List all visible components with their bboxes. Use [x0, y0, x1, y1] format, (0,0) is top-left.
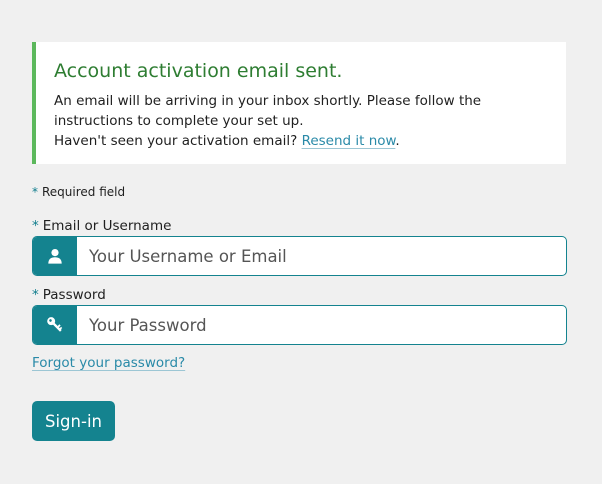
- password-label: * Password: [32, 287, 106, 303]
- resend-activation-link[interactable]: Resend it now: [302, 133, 396, 149]
- notice-message: An email will be arriving in your inbox …: [54, 91, 550, 151]
- notice-message-line2-suffix: .: [395, 133, 400, 149]
- forgot-password-link[interactable]: Forgot your password?: [32, 355, 185, 371]
- required-asterisk: *: [32, 185, 38, 199]
- key-icon: [33, 306, 77, 344]
- user-icon: [33, 237, 77, 275]
- sign-in-button[interactable]: Sign-in: [32, 401, 115, 441]
- password-input-group: [32, 305, 567, 345]
- required-asterisk: *: [32, 218, 39, 234]
- activation-notice: Account activation email sent. An email …: [32, 42, 566, 164]
- email-username-input[interactable]: [77, 237, 566, 275]
- password-input[interactable]: [77, 306, 566, 344]
- email-input-group: [32, 236, 567, 276]
- password-label-text: Password: [42, 287, 106, 303]
- required-field-note: * Required field: [32, 185, 125, 199]
- email-label: * Email or Username: [32, 218, 171, 234]
- email-label-text: Email or Username: [42, 218, 172, 234]
- required-asterisk: *: [32, 287, 39, 303]
- notice-message-line1: An email will be arriving in your inbox …: [54, 93, 482, 129]
- notice-message-line2-prefix: Haven't seen your activation email?: [54, 133, 298, 149]
- notice-title: Account activation email sent.: [54, 60, 343, 82]
- required-field-text: Required field: [42, 185, 126, 199]
